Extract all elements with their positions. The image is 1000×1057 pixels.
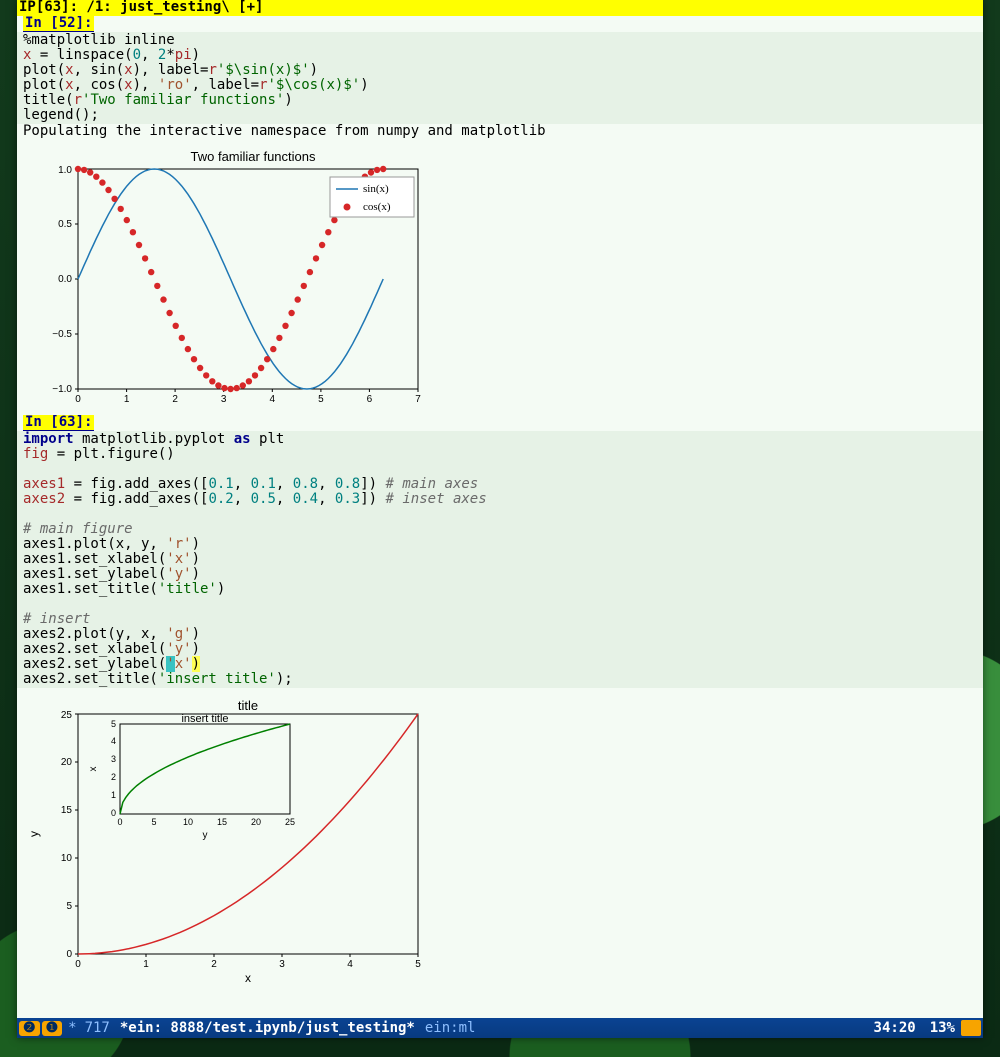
- svg-text:0.0: 0.0: [58, 274, 72, 285]
- svg-text:6: 6: [367, 394, 373, 405]
- buffer-name: *ein: 8888/test.ipynb/just_testing*: [120, 1021, 415, 1036]
- svg-text:10: 10: [61, 853, 73, 864]
- svg-text:1: 1: [143, 959, 149, 970]
- modeline-tail-icon: [961, 1020, 981, 1036]
- svg-text:cos(x): cos(x): [363, 201, 391, 213]
- code-cell-63[interactable]: import matplotlib.pyplot as plt fig = pl…: [17, 431, 983, 688]
- cell-prompt-52: In [52]:: [23, 16, 94, 32]
- svg-text:5: 5: [415, 959, 421, 970]
- svg-text:4: 4: [270, 394, 276, 405]
- svg-text:0: 0: [117, 817, 122, 827]
- line-number: 717: [85, 1021, 110, 1036]
- svg-text:7: 7: [415, 394, 421, 405]
- svg-text:5: 5: [66, 901, 72, 912]
- svg-text:y: y: [27, 831, 41, 837]
- svg-text:25: 25: [285, 817, 295, 827]
- svg-text:2: 2: [111, 772, 116, 782]
- svg-text:2: 2: [211, 959, 217, 970]
- svg-text:0: 0: [75, 394, 81, 405]
- svg-text:20: 20: [251, 817, 261, 827]
- svg-text:x: x: [88, 767, 99, 772]
- svg-text:1: 1: [124, 394, 130, 405]
- svg-text:20: 20: [61, 757, 73, 768]
- modified-star: *: [68, 1021, 76, 1036]
- major-mode: ein:ml: [425, 1021, 476, 1036]
- svg-text:25: 25: [61, 710, 73, 721]
- svg-text:4: 4: [347, 959, 353, 970]
- svg-text:1: 1: [111, 790, 116, 800]
- svg-text:y: y: [203, 830, 208, 841]
- svg-text:1.0: 1.0: [58, 165, 72, 176]
- output-text-52: Populating the interactive namespace fro…: [17, 124, 983, 139]
- svg-text:5: 5: [318, 394, 324, 405]
- svg-text:0: 0: [75, 959, 81, 970]
- titlebar: IP[63]: /1: just_testing\ [+]: [17, 0, 983, 16]
- svg-text:0.5: 0.5: [58, 219, 72, 230]
- cell-prompt-63: In [63]:: [23, 415, 94, 431]
- plot-main-inset: title x y 012 345 0510: [17, 688, 983, 988]
- svg-text:3: 3: [111, 754, 116, 764]
- svg-text:10: 10: [183, 817, 193, 827]
- svg-text:−0.5: −0.5: [52, 329, 72, 340]
- svg-text:insert title: insert title: [181, 713, 228, 725]
- svg-text:5: 5: [111, 719, 116, 729]
- svg-text:2: 2: [172, 394, 178, 405]
- svg-text:0: 0: [111, 808, 116, 818]
- svg-text:−1.0: −1.0: [52, 384, 72, 395]
- svg-text:4: 4: [111, 736, 116, 746]
- svg-text:0: 0: [66, 949, 72, 960]
- editor-window: IP[63]: /1: just_testing\ [+] In [52]: %…: [17, 0, 983, 1038]
- svg-text:15: 15: [217, 817, 227, 827]
- cursor-position: 34:20: [874, 1021, 916, 1036]
- modeline: ❷ ❶ * 717 *ein: 8888/test.ipynb/just_tes…: [17, 1018, 983, 1038]
- svg-text:15: 15: [61, 805, 73, 816]
- plot1-title: Two familiar functions: [191, 149, 316, 164]
- scroll-percent: 13%: [930, 1021, 955, 1036]
- svg-text:3: 3: [221, 394, 227, 405]
- plot1-legend: sin(x) cos(x): [330, 177, 414, 217]
- code-cell-52[interactable]: %matplotlib inline x = linspace(0, 2*pi)…: [17, 32, 983, 124]
- buffer-content[interactable]: In [52]: %matplotlib inline x = linspace…: [17, 16, 983, 1018]
- window-indicator-1: ❶: [42, 1021, 63, 1036]
- svg-text:x: x: [245, 971, 251, 985]
- svg-text:title: title: [238, 698, 258, 713]
- svg-text:sin(x): sin(x): [363, 183, 389, 195]
- svg-text:5: 5: [151, 817, 156, 827]
- window-indicator-2: ❷: [19, 1021, 40, 1036]
- svg-text:3: 3: [279, 959, 285, 970]
- plot-sinusoids: Two familiar functions 1.0 0.5 0.0 −0.5 …: [17, 139, 983, 409]
